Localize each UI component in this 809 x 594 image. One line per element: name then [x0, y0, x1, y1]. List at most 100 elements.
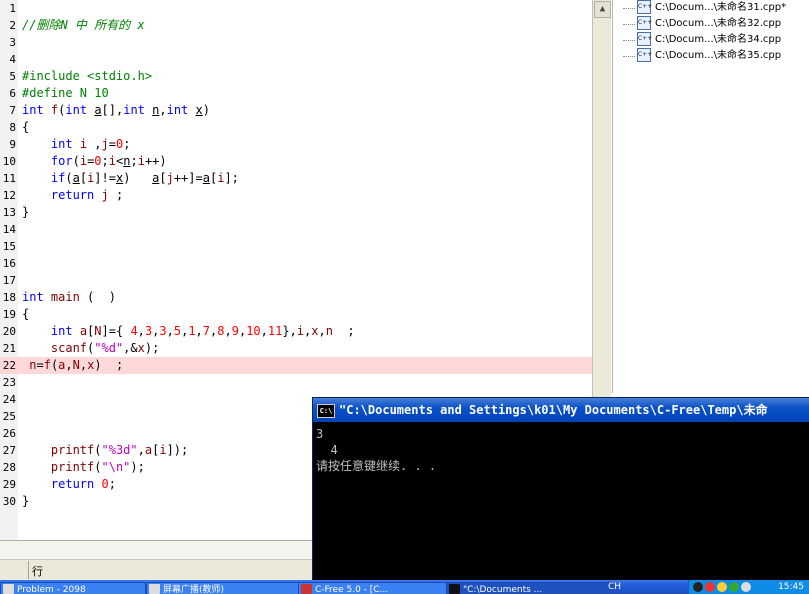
- code-text: int f(int a[],int n,int x): [22, 103, 211, 117]
- scroll-up-arrow-icon[interactable]: ▲: [594, 1, 611, 18]
- code-text: }: [22, 205, 30, 219]
- code-line[interactable]: 3: [0, 34, 592, 51]
- code-line[interactable]: 1: [0, 0, 592, 17]
- code-line[interactable]: 2 //删除N 中 所有的 x: [0, 17, 592, 34]
- line-number: 28: [2, 461, 16, 474]
- line-number: 19: [2, 308, 16, 321]
- code-text: {: [22, 307, 30, 321]
- line-number: 4: [9, 53, 16, 66]
- code-text: return j ;: [50, 188, 124, 202]
- line-number: 20: [2, 325, 16, 338]
- line-number: 8: [9, 121, 16, 134]
- line-number: 10: [2, 155, 16, 168]
- code-text: int main ( ): [22, 290, 116, 304]
- volume-icon[interactable]: [741, 582, 751, 592]
- cpp-file-icon: C++: [637, 0, 652, 14]
- line-number: 5: [9, 70, 16, 83]
- code-line[interactable]: 17: [0, 272, 592, 289]
- line-number: 27: [2, 444, 16, 457]
- app-icon: [3, 584, 14, 594]
- code-text: for(i=0;i<n;i++): [50, 154, 167, 168]
- code-line[interactable]: 19 {: [0, 306, 592, 323]
- editor-horizontal-scrollbar[interactable]: [0, 541, 312, 560]
- line-number: 18: [2, 291, 16, 304]
- status-divider: [28, 561, 29, 579]
- line-number: 14: [2, 223, 16, 236]
- file-item[interactable]: C++ C:\Docum...\未命名34.cpp: [623, 32, 781, 48]
- app-icon: [149, 584, 160, 594]
- code-line[interactable]: 12 return j ;: [0, 187, 592, 204]
- network-icon[interactable]: [729, 582, 739, 592]
- code-line[interactable]: 20 int a[N]={ 4,3,3,5,1,7,8,9,10,11},i,x…: [0, 323, 592, 340]
- line-number: 21: [2, 342, 16, 355]
- taskbar-button[interactable]: Problem - 2098: [0, 582, 146, 594]
- line-number: 15: [2, 240, 16, 253]
- code-line[interactable]: 15: [0, 238, 592, 255]
- taskbar-button[interactable]: C-Free 5.0 - [C...: [298, 582, 454, 594]
- taskbar-button-active[interactable]: "C:\Documents ...: [446, 582, 614, 594]
- code-text: scanf("%d",&x);: [50, 341, 160, 355]
- tray-app-icon[interactable]: [717, 582, 727, 592]
- code-line[interactable]: 6 #define N 10: [0, 85, 592, 102]
- code-text: printf("\n");: [50, 460, 145, 474]
- console-title: "C:\Documents and Settings\k01\My Docume…: [339, 403, 768, 417]
- console-output: 3 4 请按任意键继续. . .: [316, 427, 437, 473]
- code-text: n=f(a,N,x) ;: [29, 358, 124, 372]
- code-text: #include <stdio.h>: [22, 69, 153, 83]
- code-line-highlighted[interactable]: 22 n=f(a,N,x) ;: [0, 357, 592, 374]
- cpp-file-icon: C++: [637, 16, 652, 30]
- taskbar-button[interactable]: 屏幕广播(教师): [146, 582, 302, 594]
- code-line[interactable]: 7 int f(int a[],int n,int x): [0, 102, 592, 119]
- console-icon: [449, 584, 460, 594]
- line-number: 1: [9, 2, 16, 15]
- system-tray: 15:45: [688, 580, 809, 594]
- code-line[interactable]: 11 if(a[i]!=x) a[j++]=a[i];: [0, 170, 592, 187]
- qq-icon[interactable]: [693, 582, 703, 592]
- code-line[interactable]: 10 for(i=0;i<n;i++): [0, 153, 592, 170]
- code-line[interactable]: 5 #include <stdio.h>: [0, 68, 592, 85]
- code-text: int i ,j=0;: [50, 137, 131, 151]
- line-number: 29: [2, 478, 16, 491]
- status-bar: 行: [0, 540, 312, 581]
- line-number: 9: [9, 138, 16, 151]
- code-line[interactable]: 23: [0, 374, 592, 391]
- line-number: 17: [2, 274, 16, 287]
- input-language-indicator[interactable]: CH: [608, 580, 621, 594]
- code-text: {: [22, 120, 30, 134]
- line-number: 30: [2, 495, 16, 508]
- console-title-bar[interactable]: C:\ "C:\Documents and Settings\k01\My Doc…: [313, 398, 809, 422]
- line-number: 7: [9, 104, 16, 117]
- console-window[interactable]: C:\ "C:\Documents and Settings\k01\My Doc…: [312, 397, 809, 582]
- clock: 15:45: [778, 582, 804, 592]
- code-line[interactable]: 14: [0, 221, 592, 238]
- status-row-label: 行: [32, 565, 43, 578]
- code-line[interactable]: 13}: [0, 204, 592, 221]
- code-line[interactable]: 18 int main ( ): [0, 289, 592, 306]
- line-number: 13: [2, 206, 16, 219]
- code-line[interactable]: 9 int i ,j=0;: [0, 136, 592, 153]
- file-item[interactable]: C++ C:\Docum...\未命名35.cpp: [623, 48, 781, 64]
- code-line[interactable]: 4: [0, 51, 592, 68]
- taskbar: Problem - 2098 屏幕广播(教师) C-Free 5.0 - [C.…: [0, 580, 809, 594]
- line-number: 26: [2, 427, 16, 440]
- line-number: 12: [2, 189, 16, 202]
- file-item[interactable]: C++ C:\Docum...\未命名32.cpp: [623, 16, 781, 32]
- code-text: }: [22, 494, 30, 508]
- code-text: int a[N]={ 4,3,3,5,1,7,8,9,10,11},i,x,n …: [50, 324, 355, 338]
- cpp-file-icon: C++: [637, 48, 652, 62]
- line-number: 24: [2, 393, 16, 406]
- line-number: 6: [9, 87, 16, 100]
- line-number: 2: [9, 19, 16, 32]
- console-app-icon: C:\: [317, 403, 335, 418]
- code-line[interactable]: 16: [0, 255, 592, 272]
- line-number: 3: [9, 36, 16, 49]
- tray-app-icon[interactable]: [705, 582, 715, 592]
- line-number: 25: [2, 410, 16, 423]
- line-number: 11: [2, 172, 16, 185]
- cfree-icon: [301, 584, 312, 594]
- file-item[interactable]: C++ C:\Docum...\未命名31.cpp*: [623, 0, 786, 16]
- code-text: return 0;: [50, 477, 116, 491]
- code-line[interactable]: 8{: [0, 119, 592, 136]
- file-list-panel: C++ C:\Docum...\未命名31.cpp* C++ C:\Docum...…: [612, 0, 809, 393]
- code-line[interactable]: 21 scanf("%d",&x);: [0, 340, 592, 357]
